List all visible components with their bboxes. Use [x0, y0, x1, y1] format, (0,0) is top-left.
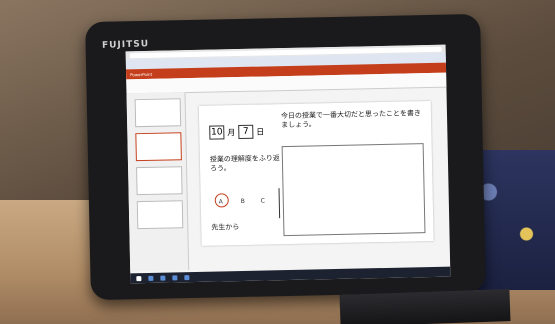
taskbar-app-icon[interactable]	[184, 274, 190, 280]
teacher-label: 先生から	[211, 223, 240, 232]
taskbar-app-icon[interactable]	[172, 274, 178, 280]
date-fields: 10 月 7 日	[209, 124, 265, 140]
month-unit: 月	[227, 127, 236, 137]
question-text: 授業の理解度をふり返ろう。	[209, 154, 280, 173]
day-unit: 日	[256, 126, 265, 137]
keyboard	[339, 289, 511, 324]
taskbar-app-icon[interactable]	[148, 275, 154, 281]
option-a[interactable]: A	[219, 198, 223, 205]
slide-thumbnail[interactable]	[136, 166, 183, 196]
slide-thumbnail-selected[interactable]	[135, 132, 182, 162]
option-b[interactable]: B	[241, 198, 245, 205]
slide-thumbnail[interactable]	[136, 200, 184, 230]
slide-thumbnail-pane	[126, 92, 190, 272]
slide-thumbnail[interactable]	[134, 98, 182, 128]
day-box[interactable]: 7	[238, 124, 254, 140]
month-box[interactable]: 10	[209, 125, 225, 140]
answer-textbox[interactable]	[281, 143, 426, 237]
brand-label: FUJITSU	[101, 39, 150, 51]
photo-scene: FUJITSU PowerPoint 10 月 7 日 授業の理解度をふり返ろう…	[0, 0, 555, 324]
prompt-text: 今日の授業で一番大切だと思ったことを書きましょう。	[280, 109, 422, 130]
start-icon[interactable]	[136, 275, 142, 281]
tablet-screen: PowerPoint 10 月 7 日 授業の理解度をふり返ろう。 A B C …	[125, 44, 451, 284]
app-name: PowerPoint	[130, 71, 153, 77]
taskbar-app-icon[interactable]	[160, 275, 166, 281]
option-c[interactable]: C	[261, 197, 265, 204]
slide-canvas[interactable]: 10 月 7 日 授業の理解度をふり返ろう。 A B C 先生から 今日の授業で…	[198, 100, 434, 246]
